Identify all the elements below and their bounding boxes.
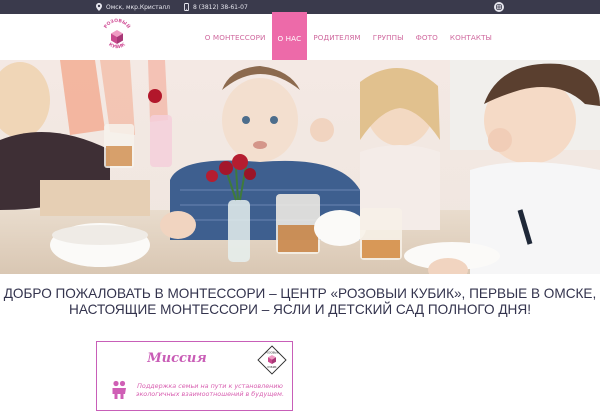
mission-card: Миссия РОЗОВЫЙ КУБИК Поддержка семьи на …	[96, 341, 293, 411]
mission-title: Миссия	[147, 351, 207, 366]
nav-groups[interactable]: ГРУППЫ	[367, 14, 410, 60]
nav-contacts[interactable]: КОНТАКТЫ	[444, 14, 498, 60]
welcome-line-1: ДОБРО ПОЖАЛОВАТЬ В МОНТЕССОРИ – ЦЕНТР «Р…	[3, 286, 597, 301]
instagram-icon[interactable]	[494, 2, 504, 12]
mission-badge: РОЗОВЫЙ КУБИК	[257, 345, 287, 375]
main-nav: О МОНТЕССОРИ О НАС РОДИТЕЛЯМ ГРУППЫ ФОТО…	[199, 12, 498, 64]
address-item: Омск, мкр.Кристалл	[96, 3, 170, 11]
svg-text:КУБИК: КУБИК	[268, 365, 277, 369]
nav-photo[interactable]: ФОТО	[410, 14, 444, 60]
hero-photo	[0, 60, 600, 274]
nav-about-us[interactable]: О НАС	[271, 12, 308, 64]
nav-about-montessori[interactable]: О МОНТЕССОРИ	[199, 14, 272, 60]
cube-icon	[111, 30, 123, 44]
phone-item[interactable]: 8 (3812) 38-61-07	[184, 3, 248, 11]
location-pin-icon	[96, 3, 102, 11]
mobile-phone-icon	[184, 3, 189, 11]
mission-text: Поддержка семьи на пути к установлению э…	[135, 382, 285, 398]
family-icon	[111, 380, 127, 400]
site-header: РОЗОВЫЙ КУБИК О МОНТЕССОРИ О НАС РОДИТЕЛ…	[0, 12, 600, 64]
address-text: Омск, мкр.Кристалл	[106, 3, 170, 11]
nav-parents[interactable]: РОДИТЕЛЯМ	[307, 14, 366, 60]
site-logo[interactable]: РОЗОВЫЙ КУБИК	[100, 16, 134, 58]
phone-text[interactable]: 8 (3812) 38-61-07	[193, 4, 248, 11]
welcome-heading: ДОБРО ПОЖАЛОВАТЬ В МОНТЕССОРИ – ЦЕНТР «Р…	[0, 286, 600, 318]
welcome-line-2: НАСТОЯЩИЕ МОНТЕССОРИ – ЯСЛИ И ДЕТСКИЙ СА…	[69, 302, 531, 317]
svg-text:РОЗОВЫЙ: РОЗОВЫЙ	[103, 18, 133, 30]
